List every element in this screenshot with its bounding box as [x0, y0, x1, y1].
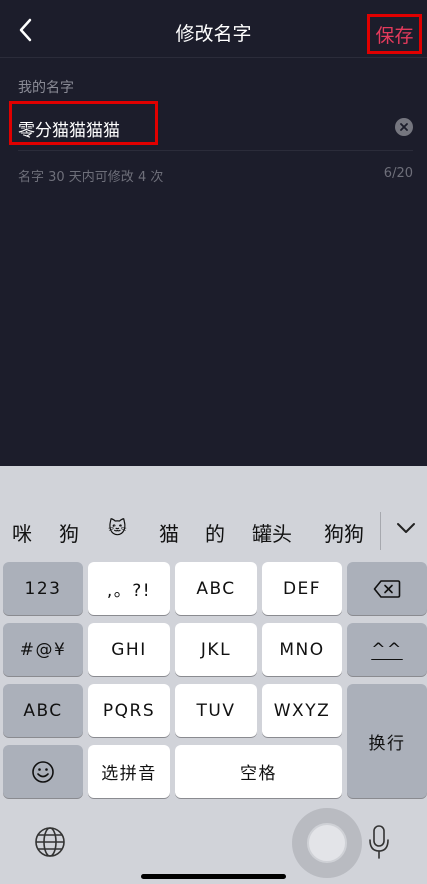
tuv-key[interactable]: TUV [175, 684, 257, 737]
candidate-item[interactable]: 罐头 [252, 518, 292, 547]
emoji-key[interactable] [3, 745, 83, 798]
emoji-icon [32, 760, 54, 783]
candidate-item[interactable]: 的 [205, 518, 225, 547]
candidate-item[interactable]: 咪 [12, 518, 32, 547]
candidate-item[interactable]: 狗 [59, 518, 79, 547]
symbols-key[interactable]: #@¥ [3, 623, 83, 676]
character-counter: 6/20 [383, 166, 413, 181]
microphone-icon [369, 825, 389, 859]
newline-key[interactable]: 换行 [347, 684, 427, 798]
candidate-item[interactable]: 猫 [159, 518, 179, 547]
microphone-button[interactable] [364, 822, 394, 862]
pinyin-key[interactable]: 选拼音 [88, 745, 170, 798]
backspace-key[interactable] [347, 562, 427, 615]
expand-candidates-button[interactable] [392, 514, 420, 542]
clear-input-button[interactable] [395, 118, 413, 136]
keyboard: 咪 狗 🐱 猫 的 罐头 狗狗 123 ,。?! ABC DEF #@¥ GHI… [0, 466, 427, 884]
emoticon-key[interactable]: ^^ [347, 623, 427, 676]
navbar: 修改名字 保存 [0, 0, 427, 58]
page-title: 修改名字 [175, 23, 252, 45]
abc-mode-key[interactable]: ABC [3, 684, 83, 737]
backspace-icon [373, 579, 401, 598]
punctuation-key[interactable]: ,。?! [88, 562, 170, 615]
candidate-divider [380, 512, 381, 550]
wxyz-key[interactable]: WXYZ [262, 684, 342, 737]
mno-key[interactable]: MNO [262, 623, 342, 676]
abc-key[interactable]: ABC [175, 562, 257, 615]
save-button[interactable]: 保存 [367, 14, 422, 54]
def-key[interactable]: DEF [262, 562, 342, 615]
candidate-bar: 咪 狗 🐱 猫 的 罐头 狗狗 [0, 466, 427, 556]
ghi-key[interactable]: GHI [88, 623, 170, 676]
field-divider [18, 150, 413, 151]
globe-button[interactable] [32, 824, 68, 860]
chevron-down-icon [397, 523, 415, 533]
close-icon [400, 123, 408, 131]
globe-icon [35, 827, 65, 857]
numbers-key[interactable]: 123 [3, 562, 83, 615]
pqrs-key[interactable]: PQRS [88, 684, 170, 737]
edit-name-screen: 修改名字 保存 我的名字 零分猫猫猫猫 名字 30 天内可修改 4 次 6/20 [0, 0, 427, 466]
assistive-touch-button[interactable] [292, 808, 362, 878]
assistive-touch-inner [307, 823, 347, 863]
name-change-hint: 名字 30 天内可修改 4 次 [18, 170, 164, 185]
name-field-label: 我的名字 [18, 80, 74, 96]
candidate-item[interactable]: 🐱 [108, 518, 127, 539]
name-input[interactable]: 零分猫猫猫猫 [18, 116, 120, 141]
space-key[interactable]: 空格 [175, 745, 342, 798]
candidate-item[interactable]: 狗狗 [324, 518, 364, 547]
home-indicator [141, 874, 286, 879]
jkl-key[interactable]: JKL [175, 623, 257, 676]
